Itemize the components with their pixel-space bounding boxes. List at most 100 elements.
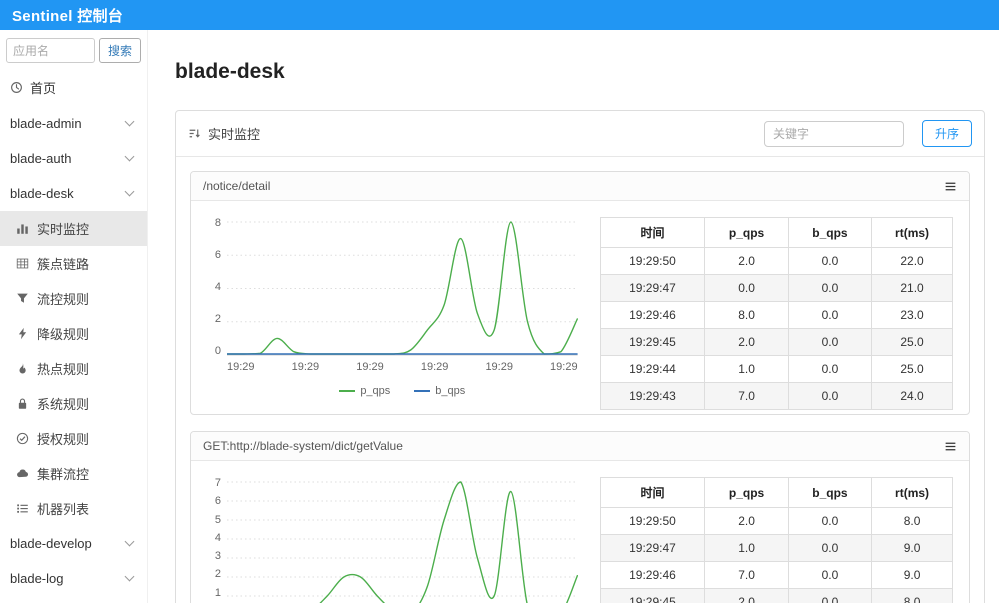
sort-ascending-button[interactable]: 升序 bbox=[922, 120, 972, 147]
column-header: rt(ms) bbox=[872, 478, 953, 508]
table-row: 19:29:468.00.023.0 bbox=[600, 302, 952, 329]
table-cell: 0.0 bbox=[788, 275, 871, 302]
keyword-input[interactable] bbox=[764, 121, 904, 147]
x-tick-label: 19:29 bbox=[292, 361, 320, 373]
table-cell: 19:29:46 bbox=[600, 302, 705, 329]
app-header: Sentinel 控制台 bbox=[0, 0, 999, 30]
table-cell: 19:29:45 bbox=[600, 589, 705, 603]
sidebar-item-label: 授权规则 bbox=[37, 429, 89, 448]
sidebar-item-realtime-monitor[interactable]: 实时监控 bbox=[0, 211, 147, 246]
legend-item[interactable]: p_qps bbox=[339, 385, 390, 397]
table-cell: 24.0 bbox=[872, 383, 953, 410]
sidebar-group-blade-desk[interactable]: blade-desk bbox=[0, 176, 147, 211]
line-chart bbox=[227, 217, 578, 357]
column-header: rt(ms) bbox=[872, 218, 953, 248]
sidebar-item-cluster-link[interactable]: 簇点链路 bbox=[0, 246, 147, 281]
qps-chart: 76543210 19:2919:2919:2919:2919:2919:29 … bbox=[197, 477, 578, 603]
table-row: 19:29:452.00.08.0 bbox=[600, 589, 952, 603]
sidebar-search: 搜索 bbox=[0, 30, 147, 69]
qps-chart: 86420 19:2919:2919:2919:2919:2919:29 p_q… bbox=[197, 217, 578, 405]
chart-plot-area bbox=[227, 217, 578, 357]
x-tick-label: 19:29 bbox=[421, 361, 449, 373]
table-cell: 19:29:43 bbox=[600, 383, 705, 410]
list-icon bbox=[16, 502, 29, 515]
sidebar-item-label: 实时监控 bbox=[37, 219, 89, 238]
table-cell: 23.0 bbox=[872, 302, 953, 329]
bar-chart-icon bbox=[16, 222, 29, 235]
table-cell: 19:29:50 bbox=[600, 248, 705, 275]
menu-icon[interactable] bbox=[944, 180, 957, 193]
sidebar-item-system-rules[interactable]: 系统规则 bbox=[0, 386, 147, 421]
table-cell: 7.0 bbox=[705, 383, 788, 410]
x-tick-label: 19:29 bbox=[227, 361, 255, 373]
sidebar-item-label: 集群流控 bbox=[37, 464, 89, 483]
table-cell: 0.0 bbox=[788, 329, 871, 356]
table-cell: 2.0 bbox=[705, 508, 788, 535]
realtime-panel: 实时监控 升序 /notice/detail bbox=[175, 110, 985, 603]
sidebar-item-degrade-rules[interactable]: 降级规则 bbox=[0, 316, 147, 351]
y-tick-label: 6 bbox=[215, 249, 221, 261]
app-search-input[interactable] bbox=[6, 38, 95, 63]
column-header: 时间 bbox=[600, 478, 705, 508]
table-header-row: 时间p_qpsb_qpsrt(ms) bbox=[600, 478, 952, 508]
sidebar-group-blade-admin[interactable]: blade-admin bbox=[0, 106, 147, 141]
sidebar-group-blade-develop[interactable]: blade-develop bbox=[0, 526, 147, 561]
legend-swatch bbox=[414, 390, 430, 392]
sidebar-group-blade-log[interactable]: blade-log bbox=[0, 561, 147, 596]
check-circle-icon bbox=[16, 432, 29, 445]
line-chart bbox=[227, 477, 578, 603]
table-cell: 7.0 bbox=[705, 562, 788, 589]
chevron-down-icon bbox=[125, 187, 135, 197]
sidebar-group-blade-system[interactable]: blade-system bbox=[0, 596, 147, 603]
menu-icon[interactable] bbox=[944, 440, 957, 453]
sidebar-item-authority-rules[interactable]: 授权规则 bbox=[0, 421, 147, 456]
table-cell: 0.0 bbox=[788, 248, 871, 275]
table-cell: 2.0 bbox=[705, 248, 788, 275]
y-tick-label: 5 bbox=[215, 514, 221, 526]
table-cell: 0.0 bbox=[788, 508, 871, 535]
sidebar-item-label: 流控规则 bbox=[37, 289, 89, 308]
legend-label: b_qps bbox=[435, 385, 465, 397]
x-axis-labels: 19:2919:2919:2919:2919:2919:29 bbox=[227, 361, 578, 373]
chevron-down-icon bbox=[125, 572, 135, 582]
sort-icon bbox=[188, 127, 201, 140]
y-axis-labels: 76543210 bbox=[197, 477, 227, 603]
y-tick-label: 3 bbox=[215, 550, 221, 562]
legend-item[interactable]: b_qps bbox=[414, 385, 465, 397]
table-cell: 0.0 bbox=[788, 356, 871, 383]
sidebar-item-cluster-flow[interactable]: 集群流控 bbox=[0, 456, 147, 491]
app-title: Sentinel 控制台 bbox=[12, 5, 123, 26]
table-cell: 25.0 bbox=[872, 329, 953, 356]
chevron-down-icon bbox=[125, 117, 135, 127]
sidebar-group-blade-auth[interactable]: blade-auth bbox=[0, 141, 147, 176]
column-header: b_qps bbox=[788, 478, 871, 508]
sidebar-item-hotspot-rules[interactable]: 热点规则 bbox=[0, 351, 147, 386]
table-cell: 1.0 bbox=[705, 535, 788, 562]
x-tick-label: 19:29 bbox=[356, 361, 384, 373]
sidebar-item-home[interactable]: 首页 bbox=[0, 69, 147, 106]
chart-plot-area bbox=[227, 477, 578, 603]
sidebar-item-label: 热点规则 bbox=[37, 359, 89, 378]
table-row: 19:29:470.00.021.0 bbox=[600, 275, 952, 302]
y-tick-label: 8 bbox=[215, 217, 221, 229]
sidebar-item-label: 机器列表 bbox=[37, 499, 89, 518]
cloud-icon bbox=[16, 467, 29, 480]
column-header: b_qps bbox=[788, 218, 871, 248]
table-row: 19:29:437.00.024.0 bbox=[600, 383, 952, 410]
table-cell: 9.0 bbox=[872, 562, 953, 589]
search-button[interactable]: 搜索 bbox=[99, 38, 141, 63]
resource-card-header: /notice/detail bbox=[191, 172, 969, 201]
column-header: p_qps bbox=[705, 478, 788, 508]
table-cell: 8.0 bbox=[872, 508, 953, 535]
table-cell: 2.0 bbox=[705, 329, 788, 356]
table-cell: 2.0 bbox=[705, 589, 788, 603]
sidebar-item-machine-list[interactable]: 机器列表 bbox=[0, 491, 147, 526]
table-cell: 19:29:50 bbox=[600, 508, 705, 535]
sidebar-item-flow-rules[interactable]: 流控规则 bbox=[0, 281, 147, 316]
legend-label: p_qps bbox=[360, 385, 390, 397]
sidebar-nav: 首页blade-adminblade-authblade-desk 实时监控簇点链… bbox=[0, 69, 147, 603]
chevron-down-icon bbox=[125, 152, 135, 162]
y-tick-label: 7 bbox=[215, 477, 221, 489]
resource-card: GET:http://blade-system/dict/getValue 76… bbox=[190, 431, 970, 603]
table-row: 19:29:452.00.025.0 bbox=[600, 329, 952, 356]
